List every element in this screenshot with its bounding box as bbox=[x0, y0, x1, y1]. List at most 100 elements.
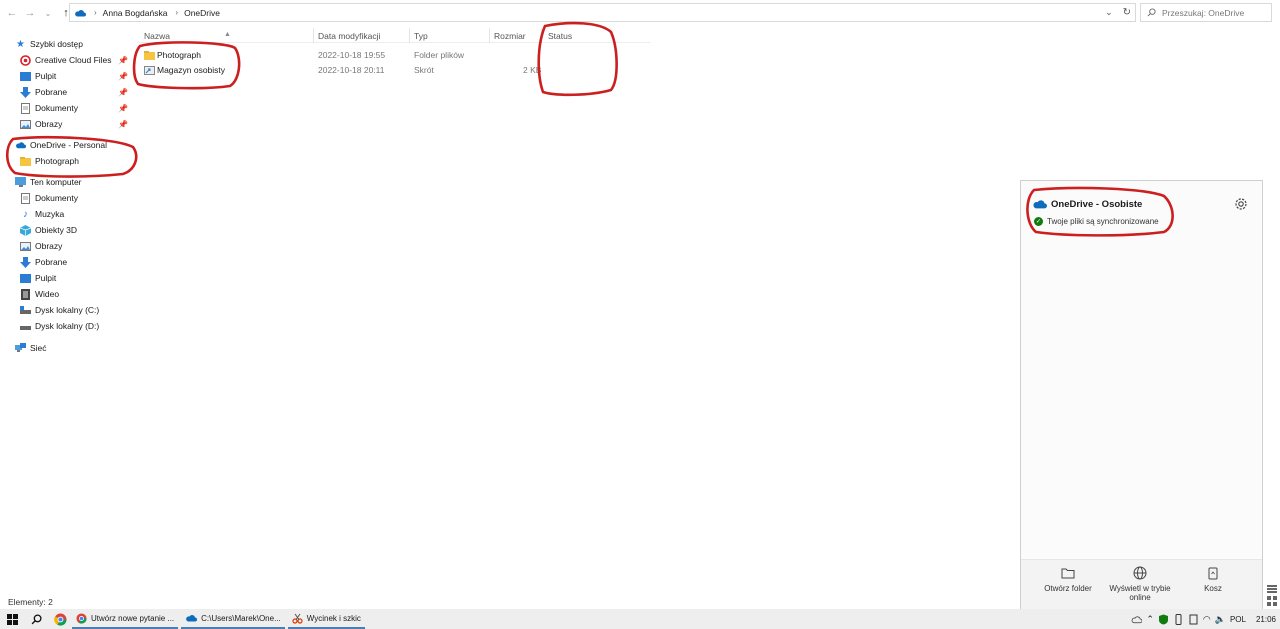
usb-icon[interactable] bbox=[1173, 613, 1184, 625]
video-icon bbox=[20, 288, 31, 300]
view-online-button[interactable]: Wyświetl w trybie online bbox=[1105, 566, 1175, 602]
drive-icon bbox=[20, 321, 31, 332]
column-header-type[interactable]: Typ bbox=[414, 31, 428, 41]
breadcrumb-anna[interactable]: Anna Bogdańska bbox=[103, 8, 168, 18]
nav-item-pc-pulpit[interactable]: Pulpit bbox=[0, 270, 132, 286]
file-name: Magazyn osobisty bbox=[157, 65, 226, 75]
column-divider[interactable] bbox=[313, 28, 314, 43]
creative-cloud-icon bbox=[20, 54, 31, 66]
gear-icon[interactable] bbox=[1233, 196, 1249, 212]
taskbar-app-chrome[interactable]: Utwórz nowe pytanie ... bbox=[72, 609, 179, 629]
taskbar-app-snip[interactable]: Wycinek i szkic bbox=[287, 609, 365, 629]
nav-item-pc-dokumenty[interactable]: Dokumenty bbox=[0, 190, 132, 206]
objects-3d-icon bbox=[20, 224, 31, 236]
column-divider[interactable] bbox=[489, 28, 490, 43]
taskbar-app-explorer[interactable]: C:\Users\Marek\One... bbox=[181, 609, 285, 629]
nav-label: Wideo bbox=[35, 289, 60, 299]
nav-label: Pobrane bbox=[35, 257, 68, 267]
status-bar-count: Elementy: 2 bbox=[8, 597, 53, 607]
refresh-icon[interactable]: ↻ bbox=[1123, 7, 1131, 18]
folder-icon bbox=[20, 156, 31, 167]
security-shield-icon[interactable] bbox=[1158, 614, 1169, 625]
search-icon[interactable] bbox=[24, 609, 48, 629]
address-dropdown-icon[interactable]: ⌄ bbox=[1105, 7, 1113, 18]
nav-label: Muzyka bbox=[35, 209, 65, 219]
back-arrow-icon[interactable]: ← bbox=[3, 4, 21, 22]
language-indicator[interactable]: POL bbox=[1230, 615, 1246, 624]
windows-start-icon[interactable] bbox=[0, 609, 24, 629]
search-input[interactable]: Przeszukaj: OneDrive bbox=[1140, 3, 1272, 22]
recycle-bin-icon bbox=[1208, 567, 1218, 580]
search-placeholder: Przeszukaj: OneDrive bbox=[1162, 7, 1245, 18]
file-row[interactable]: Magazyn osobisty 2022-10-18 20:11 Skrót … bbox=[137, 63, 657, 78]
open-folder-button[interactable]: Otwórz folder bbox=[1033, 566, 1103, 593]
nav-label: Pulpit bbox=[35, 273, 57, 283]
nav-label: Dysk lokalny (D:) bbox=[35, 321, 100, 331]
shortcut-icon bbox=[144, 66, 155, 75]
download-icon bbox=[20, 256, 31, 268]
nav-this-pc[interactable]: Ten komputer bbox=[0, 174, 132, 190]
taskbar: Utwórz nowe pytanie ... C:\Users\Marek\O… bbox=[0, 609, 1280, 629]
column-header-status[interactable]: Status bbox=[548, 31, 572, 41]
nav-item-disk-c[interactable]: Dysk lokalny (C:) bbox=[0, 302, 132, 318]
column-divider[interactable] bbox=[541, 28, 542, 43]
system-tray: ⌃ ◠ 🔈 POL 21:06 bbox=[1131, 609, 1280, 629]
onedrive-cloud-icon bbox=[1033, 200, 1047, 209]
star-icon: ★ bbox=[16, 38, 25, 50]
recent-chevron-icon[interactable]: ⌄ bbox=[39, 4, 57, 22]
nav-item-muzyka[interactable]: ♪ Muzyka bbox=[0, 206, 132, 222]
file-name: Photograph bbox=[157, 50, 201, 60]
view-details-icon[interactable] bbox=[1267, 585, 1277, 593]
chrome-icon[interactable] bbox=[48, 609, 72, 629]
battery-icon[interactable] bbox=[1188, 614, 1199, 625]
snip-sketch-icon bbox=[292, 613, 303, 624]
nav-item-obrazy[interactable]: Obrazy 📌 bbox=[0, 116, 132, 132]
drive-icon bbox=[20, 305, 31, 316]
show-hidden-icons-icon[interactable]: ⌃ bbox=[1146, 614, 1154, 625]
nav-label: OneDrive - Personal bbox=[30, 140, 108, 150]
nav-item-pulpit[interactable]: Pulpit 📌 bbox=[0, 68, 132, 84]
nav-item-photograph[interactable]: Photograph bbox=[0, 153, 132, 169]
breadcrumb-onedrive[interactable]: OneDrive bbox=[184, 8, 220, 18]
view-online-label: Wyświetl w trybie online bbox=[1109, 584, 1171, 602]
file-row[interactable]: Photograph 2022-10-18 19:55 Folder plikó… bbox=[137, 48, 657, 63]
nav-item-obiekty-3d[interactable]: Obiekty 3D bbox=[0, 222, 132, 238]
nav-onedrive-personal[interactable]: OneDrive - Personal bbox=[0, 137, 132, 153]
taskbar-app-label: Utwórz nowe pytanie ... bbox=[91, 613, 175, 623]
address-bar[interactable]: › Anna Bogdańska › OneDrive ⌄ ↻ bbox=[69, 3, 1136, 22]
nav-item-dokumenty[interactable]: Dokumenty 📌 bbox=[0, 100, 132, 116]
forward-arrow-icon[interactable]: → bbox=[21, 4, 39, 22]
nav-label: Ten komputer bbox=[30, 177, 82, 187]
network-icon bbox=[15, 343, 26, 354]
recycle-bin-button[interactable]: Kosz bbox=[1178, 566, 1248, 593]
column-header-modified[interactable]: Data modyfikacji bbox=[318, 31, 380, 41]
nav-item-wideo[interactable]: Wideo bbox=[0, 286, 132, 302]
nav-item-pobrane[interactable]: Pobrane 📌 bbox=[0, 84, 132, 100]
wifi-icon[interactable]: ◠ bbox=[1203, 614, 1211, 625]
column-divider[interactable] bbox=[409, 28, 410, 43]
onedrive-tray-icon[interactable] bbox=[1131, 614, 1143, 625]
nav-item-pc-obrazy[interactable]: Obrazy bbox=[0, 238, 132, 254]
nav-item-creative-cloud[interactable]: Creative Cloud Files 📌 bbox=[0, 52, 132, 68]
computer-icon bbox=[15, 177, 26, 188]
nav-label: Obrazy bbox=[35, 241, 63, 251]
volume-icon[interactable]: 🔈 bbox=[1215, 614, 1226, 625]
clock[interactable]: 21:06 bbox=[1256, 615, 1276, 624]
desktop-icon bbox=[20, 71, 31, 82]
onedrive-flyout: OneDrive - Osobiste ✓ Twoje pliki są syn… bbox=[1020, 180, 1263, 610]
column-header-name[interactable]: Nazwa bbox=[144, 31, 170, 41]
view-tiles-icon[interactable] bbox=[1267, 596, 1277, 606]
onedrive-cloud-icon bbox=[75, 9, 86, 16]
column-header-size[interactable]: Rozmiar bbox=[494, 31, 526, 41]
nav-network[interactable]: Sieć bbox=[0, 340, 132, 356]
sync-check-icon: ✓ bbox=[1034, 217, 1043, 226]
document-icon bbox=[20, 102, 31, 114]
music-icon: ♪ bbox=[23, 208, 28, 220]
nav-item-pc-pobrane[interactable]: Pobrane bbox=[0, 254, 132, 270]
nav-quick-access[interactable]: ★ Szybki dostęp bbox=[0, 36, 132, 52]
file-type: Skrót bbox=[414, 65, 434, 75]
nav-label: Dokumenty bbox=[35, 193, 78, 203]
nav-label: Szybki dostęp bbox=[30, 39, 83, 49]
nav-item-disk-d[interactable]: Dysk lokalny (D:) bbox=[0, 318, 132, 334]
screen: ← → ⌄ ↑ › Anna Bogdańska › OneDrive ⌄ ↻ … bbox=[0, 0, 1280, 629]
